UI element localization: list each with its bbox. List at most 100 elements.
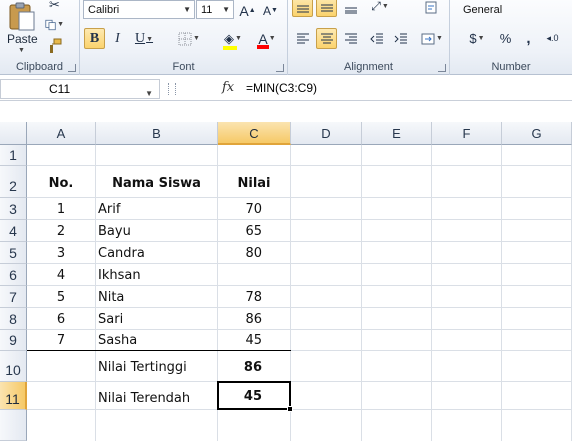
student-name-cell[interactable]: Ikhsan bbox=[98, 268, 141, 283]
format-painter-button[interactable] bbox=[44, 35, 65, 56]
font-name-combo[interactable]: Calibri ▼ bbox=[83, 0, 195, 19]
merge-center-button[interactable]: ▼ bbox=[418, 28, 446, 49]
select-all-corner[interactable] bbox=[0, 122, 27, 145]
copy-button[interactable]: ▼ bbox=[44, 14, 65, 35]
borders-button[interactable]: ▼ bbox=[174, 28, 204, 49]
column-header-g[interactable]: G bbox=[502, 122, 572, 145]
header-no-cell[interactable]: No. bbox=[27, 176, 95, 191]
wrap-text-button[interactable] bbox=[420, 0, 441, 17]
column-header-e[interactable]: E bbox=[362, 122, 432, 145]
increase-decimal-button[interactable]: ◂.0 bbox=[542, 28, 563, 49]
row-header-7[interactable]: 7 bbox=[0, 286, 27, 308]
student-no-cell[interactable]: 6 bbox=[27, 312, 95, 327]
column-header-a[interactable]: A bbox=[27, 122, 96, 145]
paste-button[interactable]: Paste ▼ bbox=[4, 2, 38, 58]
bold-button[interactable]: B bbox=[84, 28, 105, 49]
formula-bar-splitter[interactable] bbox=[168, 83, 176, 95]
font-size-combo[interactable]: 11 ▼ bbox=[196, 0, 234, 19]
borders-dropdown-arrow[interactable]: ▼ bbox=[193, 35, 200, 42]
gridline-horizontal bbox=[27, 329, 572, 330]
percent-style-button[interactable]: % bbox=[495, 28, 516, 49]
row-header-2[interactable]: 2 bbox=[0, 166, 27, 198]
fill-color-button[interactable]: ◈ ▼ bbox=[218, 28, 248, 50]
row-header-4[interactable]: 4 bbox=[0, 220, 27, 242]
align-center-button[interactable] bbox=[316, 28, 337, 49]
student-name-cell[interactable]: Candra bbox=[98, 246, 145, 261]
student-score-cell[interactable]: 45 bbox=[218, 333, 262, 348]
row-header-3[interactable]: 3 bbox=[0, 198, 27, 220]
underline-button[interactable]: U ▼ bbox=[130, 28, 158, 49]
row-header-6[interactable]: 6 bbox=[0, 264, 27, 286]
active-cell-border[interactable] bbox=[217, 381, 291, 410]
decrease-indent-button[interactable] bbox=[366, 28, 387, 49]
column-header-b[interactable]: B bbox=[96, 122, 218, 145]
student-name-cell[interactable]: Sasha bbox=[98, 333, 137, 348]
row-header-12[interactable] bbox=[0, 410, 27, 441]
student-score-cell[interactable]: 70 bbox=[218, 202, 262, 217]
student-score-cell[interactable]: 86 bbox=[218, 312, 262, 327]
student-score-cell[interactable]: 65 bbox=[218, 224, 262, 239]
align-left-button[interactable] bbox=[292, 28, 313, 49]
increase-indent-button[interactable] bbox=[390, 28, 411, 49]
name-box[interactable]: C11 ▼ bbox=[0, 79, 160, 99]
student-no-cell[interactable]: 2 bbox=[27, 224, 95, 239]
max-score-label-cell[interactable]: Nilai Tertinggi bbox=[98, 360, 187, 375]
font-size-dropdown-icon[interactable]: ▼ bbox=[222, 5, 230, 14]
underline-dropdown-arrow[interactable]: ▼ bbox=[146, 35, 153, 43]
header-score-cell[interactable]: Nilai bbox=[218, 176, 290, 191]
font-color-dropdown-arrow[interactable]: ▼ bbox=[269, 35, 276, 42]
student-no-cell[interactable]: 7 bbox=[27, 333, 95, 348]
student-name-cell[interactable]: Arif bbox=[98, 202, 120, 217]
row-header-10[interactable]: 10 bbox=[0, 351, 27, 382]
alignment-launcher-icon[interactable] bbox=[438, 64, 446, 72]
accounting-dropdown-arrow[interactable]: ▼ bbox=[478, 35, 485, 42]
row-header-5[interactable]: 5 bbox=[0, 242, 27, 264]
font-name-dropdown-icon[interactable]: ▼ bbox=[183, 5, 191, 14]
align-top-button[interactable] bbox=[292, 0, 313, 17]
student-name-cell[interactable]: Bayu bbox=[98, 224, 131, 239]
min-score-label-cell[interactable]: Nilai Terendah bbox=[98, 391, 190, 406]
student-name-cell[interactable]: Nita bbox=[98, 290, 124, 305]
fill-color-dropdown-arrow[interactable]: ▼ bbox=[235, 35, 242, 42]
insert-function-icon[interactable]: fx bbox=[222, 80, 234, 95]
row-header-8[interactable]: 8 bbox=[0, 308, 27, 330]
column-header-f[interactable]: F bbox=[432, 122, 502, 145]
paste-icon bbox=[9, 2, 35, 31]
fill-handle[interactable] bbox=[287, 406, 293, 412]
student-score-cell[interactable]: 80 bbox=[218, 246, 262, 261]
number-format-combo[interactable]: General bbox=[458, 0, 570, 19]
row-header-11[interactable]: 11 bbox=[0, 382, 27, 410]
worksheet-grid[interactable]: A B C D E F G 1 2 3 4 5 6 7 8 9 10 11 No… bbox=[0, 122, 572, 441]
merge-center-dropdown-arrow[interactable]: ▼ bbox=[436, 35, 443, 42]
row-header-1[interactable]: 1 bbox=[0, 145, 27, 166]
comma-style-button[interactable]: , bbox=[518, 28, 539, 49]
student-score-cell[interactable]: 78 bbox=[218, 290, 262, 305]
cut-button[interactable]: ✂ bbox=[44, 0, 65, 15]
copy-icon bbox=[45, 19, 56, 30]
student-no-cell[interactable]: 4 bbox=[27, 268, 95, 283]
column-header-d[interactable]: D bbox=[291, 122, 362, 145]
student-no-cell[interactable]: 5 bbox=[27, 290, 95, 305]
grow-font-button[interactable]: A ▲ bbox=[237, 0, 258, 21]
accounting-format-button[interactable]: $ ▼ bbox=[462, 28, 492, 49]
student-no-cell[interactable]: 3 bbox=[27, 246, 95, 261]
align-middle-button[interactable] bbox=[316, 0, 337, 17]
clipboard-launcher-icon[interactable] bbox=[68, 64, 76, 72]
name-box-dropdown-icon[interactable]: ▼ bbox=[145, 85, 153, 103]
max-score-value-cell[interactable]: 86 bbox=[218, 360, 262, 375]
font-launcher-icon[interactable] bbox=[276, 64, 284, 72]
student-name-cell[interactable]: Sari bbox=[98, 312, 123, 327]
formula-input[interactable]: =MIN(C3:C9) bbox=[246, 81, 317, 95]
student-no-cell[interactable]: 1 bbox=[27, 202, 95, 217]
column-header-c[interactable]: C bbox=[218, 122, 291, 145]
font-color-button[interactable]: A ▼ bbox=[252, 28, 282, 49]
header-name-cell[interactable]: Nama Siswa bbox=[96, 176, 217, 191]
name-box-value: C11 bbox=[49, 82, 71, 96]
italic-button[interactable]: I bbox=[107, 28, 128, 49]
align-bottom-button[interactable] bbox=[340, 0, 361, 17]
shrink-font-button[interactable]: A ▼ bbox=[260, 0, 281, 21]
row-header-9[interactable]: 9 bbox=[0, 330, 27, 351]
align-right-button[interactable] bbox=[340, 28, 361, 49]
orientation-dropdown-arrow[interactable]: ▼ bbox=[382, 3, 389, 10]
orientation-button[interactable]: ⤢ ▼ bbox=[366, 0, 394, 17]
